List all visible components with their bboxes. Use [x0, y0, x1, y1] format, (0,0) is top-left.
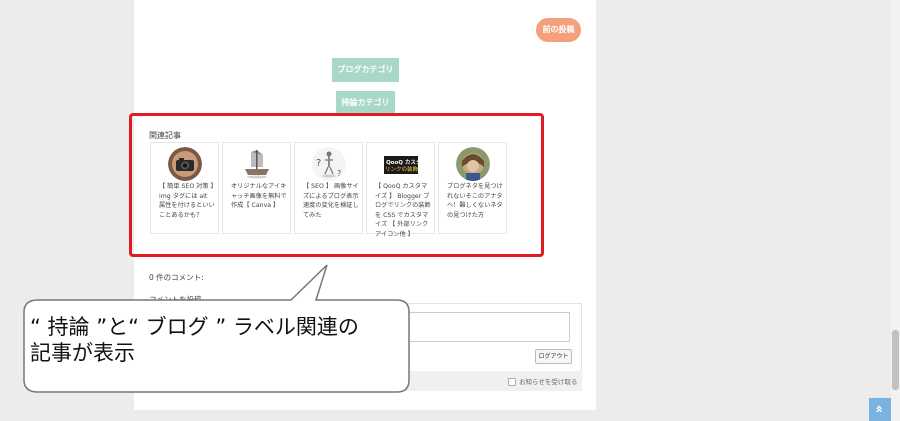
scroll-to-top-button[interactable]: »	[869, 398, 891, 421]
comment-form-label: コメントを投稿	[149, 295, 202, 304]
related-posts-highlight	[129, 113, 544, 257]
notify-checkbox[interactable]	[508, 378, 516, 386]
double-chevron-up-icon: »	[872, 404, 887, 414]
callout-line-1: “ 持論 ”と“ ブログ ” ラベル関連の	[30, 315, 359, 339]
comment-count: 0 件のコメント:	[149, 273, 204, 282]
notify-label: お知らせを受け取る	[519, 378, 578, 386]
tag-blog-category[interactable]: ブログカテゴリ	[332, 58, 399, 82]
notify-checkbox-row[interactable]: お知らせを受け取る	[508, 376, 577, 386]
comment-input[interactable]	[400, 312, 570, 342]
prev-post-button[interactable]: 前の投稿	[536, 18, 581, 42]
callout-line-2: 記事が表示	[30, 341, 135, 365]
scrollbar-thumb[interactable]	[892, 330, 899, 390]
logout-button[interactable]: ログアウト	[535, 349, 572, 364]
scrollbar[interactable]	[891, 0, 900, 421]
callout-text: “ 持論 ”と“ ブログ ” ラベル関連の 記事が表示	[30, 314, 410, 366]
tag-opinion-category[interactable]: 持論カテゴリ	[336, 91, 395, 115]
